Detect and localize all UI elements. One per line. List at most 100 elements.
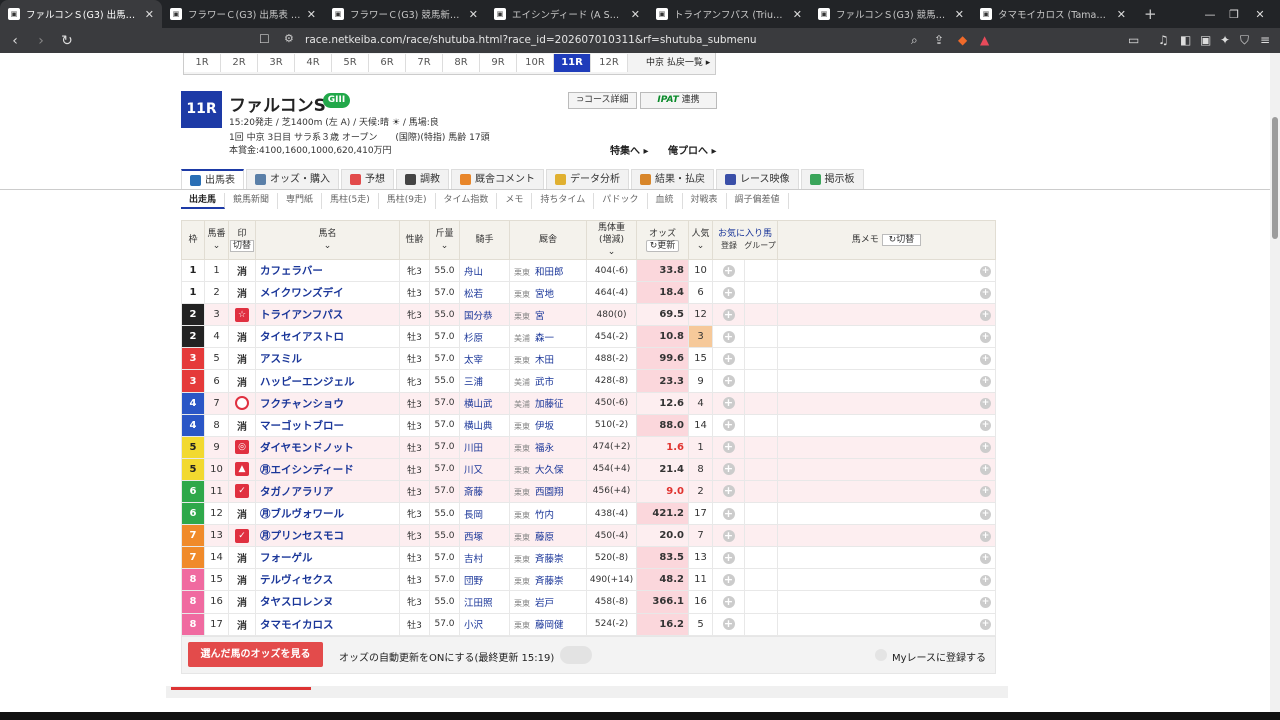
memo-cell[interactable]: + <box>777 258 996 283</box>
subtab-5[interactable]: タイム指数 <box>436 193 498 209</box>
add-favorite-icon[interactable]: + <box>722 618 735 631</box>
mark-cell[interactable]: 消 <box>228 590 256 614</box>
race-button-2R[interactable]: 2R <box>221 54 258 72</box>
subtab-4[interactable]: 馬柱(9走) <box>379 193 436 209</box>
table-row[interactable]: 1 2 消メイクワンズデイ 牡3 57.0 松若 栗東 宮地 464(-4) 18.4 6 + + <box>181 281 996 305</box>
jockey-link[interactable]: 舟山 <box>459 258 510 283</box>
trainer-link[interactable]: 栗東 大久保 <box>509 457 587 481</box>
memo-cell[interactable]: + <box>777 590 996 614</box>
close-tab-icon[interactable]: ✕ <box>307 8 316 21</box>
tab-8[interactable]: 掲示板 <box>800 169 864 189</box>
add-favorite-icon[interactable]: + <box>722 375 735 388</box>
jockey-link[interactable]: 江田照 <box>459 590 510 614</box>
jockey-link[interactable]: 太宰 <box>459 347 510 371</box>
close-tab-icon[interactable]: ✕ <box>145 8 154 21</box>
memo-cell[interactable]: + <box>777 325 996 349</box>
horse-name-link[interactable]: フォーゲル <box>255 546 400 570</box>
table-row[interactable]: 8 16 消タヤスロレンヌ 牝3 55.0 江田照 栗東 岩戸 458(-8) 366.1 16 + + <box>181 590 996 614</box>
add-memo-icon[interactable]: + <box>980 398 991 410</box>
jockey-link[interactable]: 小沢 <box>459 612 510 636</box>
add-memo-icon[interactable]: + <box>980 265 991 277</box>
close-tab-icon[interactable]: ✕ <box>631 8 640 21</box>
horse-name-link[interactable]: フクチャンショウ <box>255 391 400 415</box>
mark-cell[interactable]: 消 <box>228 413 256 437</box>
subtab-0[interactable]: 出走馬 <box>181 193 226 209</box>
sort-icon[interactable]: ⌄ <box>213 241 221 251</box>
add-favorite-icon[interactable]: + <box>722 441 735 454</box>
favorite-add-cell[interactable]: + <box>712 413 745 437</box>
brave-shield-icon[interactable]: ◆ <box>958 33 967 47</box>
mark-cell[interactable]: 消 <box>228 546 256 570</box>
jockey-link[interactable]: 団野 <box>459 568 510 592</box>
race-button-5R[interactable]: 5R <box>332 54 369 72</box>
jockey-link[interactable]: 松若 <box>459 281 510 305</box>
favorite-add-cell[interactable]: + <box>712 435 745 459</box>
subtab-10[interactable]: 対戦表 <box>683 193 727 209</box>
horse-name-link[interactable]: ダイヤモンドノット <box>255 435 400 459</box>
mark-cell[interactable]: ◎ <box>228 435 256 459</box>
jockey-link[interactable]: 横山武 <box>459 391 510 415</box>
jockey-link[interactable]: 川田 <box>459 435 510 459</box>
race-button-4R[interactable]: 4R <box>295 54 332 72</box>
col-popularity[interactable]: 人気 ⌄ <box>688 220 713 260</box>
media-icon[interactable]: ♫ <box>1158 33 1169 47</box>
back-icon[interactable]: ‹ <box>4 33 26 49</box>
memo-cell[interactable]: + <box>777 391 996 415</box>
mark-cell[interactable]: 消 <box>228 281 256 305</box>
table-row[interactable]: 6 11 ✓ タガノアラリア 牡3 57.0 斎藤 栗東 西園翔 456(+4) 9.0 2 + + <box>181 479 996 504</box>
favorite-add-cell[interactable]: + <box>712 612 745 636</box>
jockey-link[interactable]: 斎藤 <box>459 479 510 504</box>
favorite-add-cell[interactable]: + <box>712 347 745 371</box>
add-favorite-icon[interactable]: + <box>722 419 735 432</box>
subtab-7[interactable]: 持ちタイム <box>532 193 595 209</box>
leo-icon[interactable]: ✦ <box>1220 33 1230 47</box>
table-row[interactable]: 3 5 消アスミル 牡3 57.0 太宰 栗東 木田 488(-2) 99.6 15 + + <box>181 347 996 371</box>
tab-4[interactable]: 厩舎コメント <box>451 169 544 189</box>
favorite-add-cell[interactable]: + <box>712 281 745 305</box>
horse-name-link[interactable]: タヤスロレンヌ <box>255 590 400 614</box>
trainer-link[interactable]: 栗東 斉藤崇 <box>509 546 587 570</box>
race-button-12R[interactable]: 12R <box>591 54 628 72</box>
favorite-add-cell[interactable]: + <box>712 457 745 481</box>
horse-name-link[interactable]: タガノアラリア <box>255 479 400 504</box>
add-memo-icon[interactable]: + <box>980 508 991 520</box>
col-name[interactable]: 馬名 ⌄ <box>255 220 400 260</box>
col-umaban[interactable]: 馬番 ⌄ <box>204 220 229 260</box>
trainer-link[interactable]: 栗東 和田郎 <box>509 258 587 283</box>
bookmark-icon[interactable]: ☐ <box>259 32 270 46</box>
new-tab-icon[interactable]: + <box>1134 0 1167 28</box>
mark-cell[interactable]: 消 <box>228 325 256 349</box>
add-memo-icon[interactable]: + <box>980 574 991 586</box>
favorite-add-cell[interactable]: + <box>712 391 745 415</box>
mark-cell[interactable]: 消 <box>228 612 256 636</box>
site-info-icon[interactable]: ⚙ <box>284 32 294 45</box>
browser-tab[interactable]: ▣ フラワーＣ(G3) 競馬新聞 | 2026年3月2 ✕ <box>324 0 486 28</box>
my-race-label[interactable]: Myレースに登録する <box>892 649 986 664</box>
favorite-add-cell[interactable]: + <box>712 369 745 393</box>
memo-toggle-button[interactable]: ↻切替 <box>881 234 922 246</box>
mark-toggle-button[interactable]: 切替 <box>229 240 254 252</box>
jockey-link[interactable]: 吉村 <box>459 546 510 570</box>
add-favorite-icon[interactable]: + <box>722 264 735 277</box>
subtab-2[interactable]: 専門紙 <box>278 193 323 209</box>
table-row[interactable]: 8 15 消テルヴィセクス 牡3 57.0 団野 栗東 斉藤崇 490(+14) 48.2 11 + + <box>181 568 996 592</box>
table-row[interactable]: 4 8 消マーゴットブロー 牡3 57.0 横山典 栗東 伊坂 510(-2) 88.0 14 + + <box>181 413 996 437</box>
add-favorite-icon[interactable]: + <box>722 352 735 365</box>
tab-0[interactable]: 出馬表 <box>181 169 244 189</box>
add-favorite-icon[interactable]: + <box>722 397 735 410</box>
trainer-link[interactable]: 美浦 森一 <box>509 325 587 349</box>
memo-cell[interactable]: + <box>777 568 996 592</box>
add-favorite-icon[interactable]: + <box>722 308 735 321</box>
trainer-link[interactable]: 栗東 斉藤崇 <box>509 568 587 592</box>
horse-name-link[interactable]: カフェラバー <box>255 258 400 283</box>
tab-1[interactable]: オッズ・購入 <box>246 169 339 189</box>
memo-cell[interactable]: + <box>777 347 996 371</box>
jockey-link[interactable]: 長岡 <box>459 502 510 526</box>
browser-tab[interactable]: ▣ タマモイカロス (Tamamo Icarus) | 競走馬 ✕ <box>972 0 1134 28</box>
trainer-link[interactable]: 栗東 藤岡健 <box>509 612 587 636</box>
close-tab-icon[interactable]: ✕ <box>955 8 964 21</box>
trainer-link[interactable]: 栗東 福永 <box>509 435 587 459</box>
trainer-link[interactable]: 栗東 藤原 <box>509 524 587 548</box>
split-view-icon[interactable]: ◧ <box>1180 33 1191 47</box>
mark-cell[interactable]: ✓ <box>228 479 256 504</box>
